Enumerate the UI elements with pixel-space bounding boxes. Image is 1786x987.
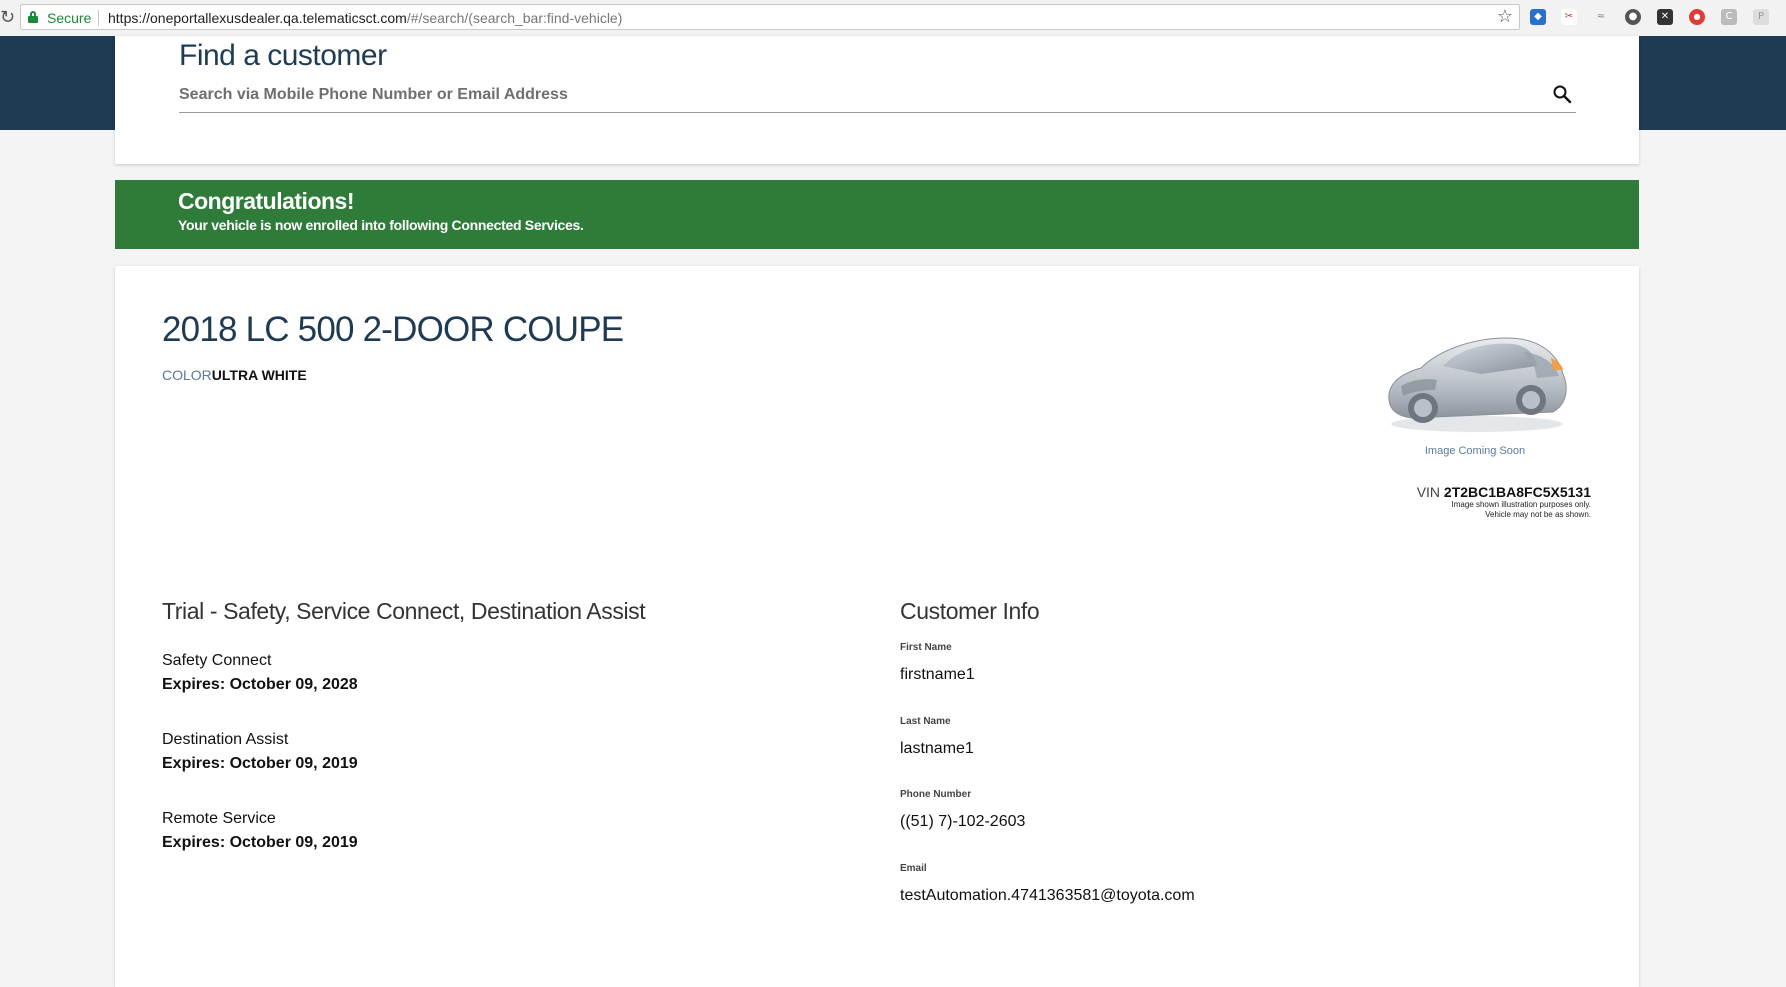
lock-icon bbox=[28, 11, 38, 23]
address-bar[interactable]: Secure https://oneportallexusdealer.qa.t… bbox=[20, 4, 1520, 30]
field-label: Phone Number bbox=[900, 789, 972, 800]
plan-title: Trial - Safety, Service Connect, Destina… bbox=[162, 598, 646, 624]
service-item: Remote Service Expires: October 09, 2019 bbox=[162, 808, 762, 854]
vehicle-color: COLORULTRA WHITE bbox=[162, 366, 307, 384]
banner-title: Congratulations! bbox=[178, 188, 355, 214]
secure-label: Secure bbox=[47, 10, 92, 26]
field-value: lastname1 bbox=[900, 740, 974, 757]
customer-field-email: Email testAutomation.4741363581@toyota.c… bbox=[900, 863, 1500, 906]
service-item: Safety Connect Expires: October 09, 2028 bbox=[162, 650, 762, 696]
color-label: COLOR bbox=[162, 367, 212, 383]
vehicle-card: 2018 LC 500 2-DOOR COUPE COLORULTRA WHIT… bbox=[115, 266, 1639, 987]
customer-info-title: Customer Info bbox=[900, 598, 1040, 624]
reload-icon[interactable]: ↻ bbox=[0, 8, 15, 28]
field-label: Last Name bbox=[900, 716, 951, 727]
customer-field-phone: Phone Number ((51) 7)-102-2603 bbox=[900, 789, 1500, 832]
customer-field-last-name: Last Name lastname1 bbox=[900, 716, 1500, 759]
vin: VIN 2T2BC1BA8FC5X5131 bbox=[1417, 483, 1591, 501]
page: ↻ Secure https://oneportallexusdealer.qa… bbox=[0, 0, 1786, 987]
search-icon[interactable] bbox=[1552, 84, 1572, 104]
page-title: Find a customer bbox=[179, 39, 387, 72]
url-host: https://oneportallexusdealer.qa.telemati… bbox=[108, 10, 407, 26]
service-name: Destination Assist bbox=[162, 731, 289, 748]
url-text[interactable]: https://oneportallexusdealer.qa.telemati… bbox=[108, 10, 622, 26]
vehicle-name: 2018 LC 500 2-DOOR COUPE bbox=[162, 310, 624, 349]
extension-icon[interactable]: P bbox=[1753, 9, 1769, 25]
image-caption: Image Coming Soon bbox=[1424, 445, 1526, 457]
field-value: ((51) 7)-102-2603 bbox=[900, 813, 1026, 830]
field-value: testAutomation.4741363581@toyota.com bbox=[900, 887, 1195, 904]
extension-icon[interactable]: ● bbox=[1625, 9, 1641, 25]
browser-toolbar: ↻ Secure https://oneportallexusdealer.qa… bbox=[0, 0, 1786, 37]
success-banner: Congratulations! Your vehicle is now enr… bbox=[115, 180, 1639, 249]
service-item: Destination Assist Expires: October 09, … bbox=[162, 729, 762, 775]
vin-label: VIN bbox=[1416, 484, 1441, 500]
service-expiry: Expires: October 09, 2019 bbox=[162, 834, 358, 851]
extension-icon[interactable]: ✕ bbox=[1657, 9, 1673, 25]
extension-icon[interactable]: ✂ bbox=[1561, 9, 1577, 25]
extension-icon[interactable]: ◆ bbox=[1530, 9, 1546, 25]
disclaimer-line: Vehicle may not be as shown. bbox=[1485, 510, 1591, 519]
field-value: firstname1 bbox=[900, 666, 975, 683]
image-disclaimer: Image shown illustration purposes only. … bbox=[1391, 500, 1591, 520]
service-name: Safety Connect bbox=[162, 652, 272, 669]
bookmark-star-icon[interactable]: ☆ bbox=[1497, 7, 1513, 27]
search-card: Find a customer bbox=[115, 36, 1639, 164]
address-divider bbox=[98, 10, 99, 26]
vin-value: 2T2BC1BA8FC5X5131 bbox=[1443, 484, 1591, 500]
service-name: Remote Service bbox=[162, 810, 276, 827]
extension-icon[interactable]: ≈ bbox=[1593, 9, 1609, 25]
car-image bbox=[1388, 337, 1567, 432]
search-input[interactable] bbox=[179, 78, 1539, 112]
extension-icon[interactable]: ● bbox=[1689, 9, 1705, 25]
search-field bbox=[179, 78, 1576, 113]
url-path: /#/search/(search_bar:find-vehicle) bbox=[406, 10, 623, 26]
customer-field-first-name: First Name firstname1 bbox=[900, 642, 1500, 685]
service-expiry: Expires: October 09, 2019 bbox=[162, 755, 358, 772]
banner-subtitle: Your vehicle is now enrolled into follow… bbox=[178, 217, 584, 233]
field-label: First Name bbox=[900, 642, 952, 653]
disclaimer-line: Image shown illustration purposes only. bbox=[1451, 500, 1591, 509]
color-value: ULTRA WHITE bbox=[211, 367, 307, 383]
extension-icon[interactable]: C bbox=[1721, 9, 1737, 25]
service-expiry: Expires: October 09, 2028 bbox=[162, 676, 358, 693]
field-label: Email bbox=[900, 863, 927, 874]
